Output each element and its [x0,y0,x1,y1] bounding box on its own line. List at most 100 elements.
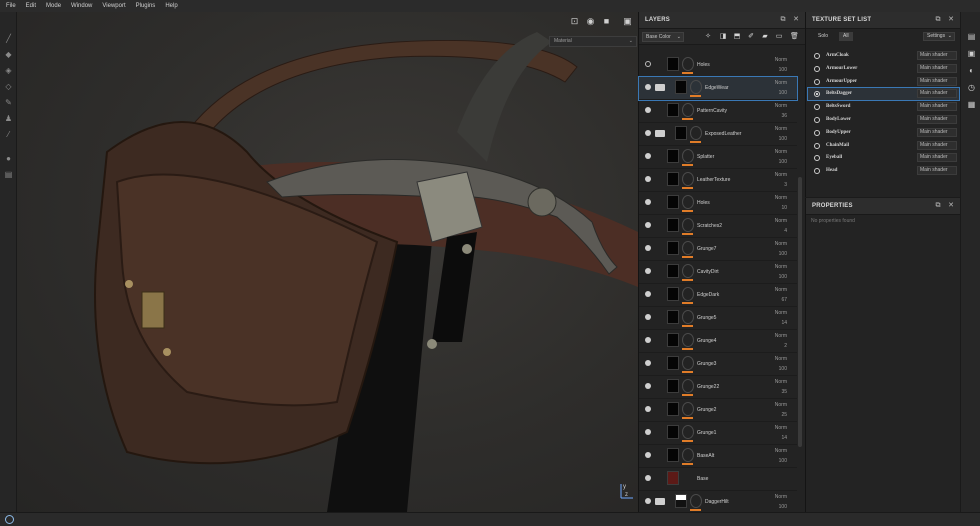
layer-row[interactable]: Grunge4 Norm 2 [639,330,797,353]
layer-row[interactable]: Grunge22 Norm 35 [639,376,797,399]
geometry-mask-icon[interactable]: ◇ [4,82,13,91]
add-folder-icon[interactable]: ▰ [761,33,769,41]
shader-select[interactable]: Main shader [917,51,957,60]
layer-row[interactable]: Grunge1 Norm 14 [639,422,797,445]
texture-set-row[interactable]: Eyeball Main shader [808,152,959,164]
visibility-icon[interactable] [645,337,651,343]
mask-thumbnail[interactable] [682,149,694,163]
camera-icon[interactable]: ■ [601,16,612,26]
radio-icon[interactable] [814,142,820,149]
blend-mode-select[interactable]: Norm [775,149,787,155]
layer-row[interactable]: EdgeDark Norm 67 [639,284,797,307]
layer-thumbnail[interactable] [667,218,679,232]
layer-thumbnail[interactable] [667,402,679,416]
layers-scrollbar[interactable] [798,177,802,447]
layer-name[interactable]: Splatter [697,154,714,160]
close-icon[interactable]: ✕ [947,16,955,24]
layer-row[interactable]: Holes Norm 100 [639,54,797,77]
layer-name[interactable]: Grunge22 [697,384,719,390]
layer-thumbnail[interactable] [667,103,679,117]
opacity-value[interactable]: 10 [781,205,787,211]
history-icon[interactable]: ◷ [967,83,976,92]
mask-thumbnail[interactable] [682,379,694,393]
visibility-icon[interactable] [645,245,651,251]
display-settings-icon[interactable]: ▣ [967,49,976,58]
texture-set-row[interactable]: BodyLower Main shader [808,114,959,126]
layer-row[interactable]: EdgeWear Norm 100 [638,76,798,101]
visibility-icon[interactable] [645,153,651,159]
visibility-icon[interactable] [645,222,651,228]
layer-thumbnail[interactable] [667,333,679,347]
layer-name[interactable]: EdgeDark [697,292,719,298]
visibility-icon[interactable] [645,176,651,182]
mask-thumbnail[interactable] [682,103,694,117]
opacity-value[interactable]: 100 [779,366,787,372]
menu-file[interactable]: File [6,3,16,9]
layer-row[interactable]: CavityDirt Norm 100 [639,261,797,284]
blend-mode-select[interactable]: Norm [775,448,787,454]
shader-select[interactable]: Main shader [917,89,957,99]
layer-row[interactable]: Base [639,468,797,491]
blend-mode-select[interactable]: Norm [775,241,787,247]
visibility-icon[interactable] [645,199,651,205]
mask-thumbnail[interactable] [682,402,694,416]
layer-name[interactable]: Holes [697,62,710,68]
projection-icon[interactable]: ◈ [4,66,13,75]
visibility-icon[interactable] [645,498,651,504]
mask-thumbnail[interactable] [682,264,694,278]
visibility-icon[interactable] [645,107,651,113]
color-picker-icon[interactable]: ⁄ [4,130,13,139]
delete-icon[interactable]: 🗑 [790,33,799,41]
layer-name[interactable]: Grunge7 [697,246,716,252]
shader-select[interactable]: Main shader [917,76,957,86]
layer-thumbnail[interactable] [667,471,679,485]
undock-icon[interactable]: ⧉ [934,202,942,210]
tab-all[interactable]: All [839,32,853,41]
layer-name[interactable]: Grunge5 [697,315,716,321]
shader-select[interactable]: Main shader [917,102,957,112]
texture-set-row[interactable]: ChainMail Main shader [808,140,959,152]
undock-icon[interactable]: ⧉ [779,16,787,24]
blend-mode-select[interactable]: Norm [775,494,787,500]
tab-solo[interactable]: Solo [814,32,832,41]
visibility-icon[interactable] [645,360,651,366]
layer-row[interactable]: DaggerHilt Norm 100 [639,491,797,514]
visibility-icon[interactable] [645,61,651,67]
viewport-channel-select[interactable]: Material ⌄ [549,36,637,47]
render-icon[interactable]: ◉ [585,16,596,26]
layer-name[interactable]: DaggerHilt [705,499,729,505]
bake-icon[interactable]: ● [4,154,13,163]
mask-thumbnail[interactable] [690,126,702,140]
layer-row[interactable]: ExposedLeather Norm 100 [639,123,797,146]
menu-plugins[interactable]: Plugins [136,3,156,9]
layer-name[interactable]: PatternCavity [697,108,727,114]
eraser-icon[interactable]: ◆ [4,50,13,59]
layer-name[interactable]: Base [697,476,708,482]
opacity-value[interactable]: 67 [781,297,787,303]
radio-icon[interactable] [814,155,820,162]
blend-mode-select[interactable]: Norm [775,103,787,109]
blend-mode-select[interactable]: Norm [775,310,787,316]
layer-thumbnail[interactable] [667,356,679,370]
layer-row[interactable]: Grunge3 Norm 100 [639,353,797,376]
blend-mode-select[interactable]: Norm [775,172,787,178]
opacity-value[interactable]: 100 [779,504,787,510]
radio-icon[interactable] [814,168,820,175]
opacity-value[interactable]: 100 [779,90,787,96]
layer-row[interactable]: PatternCavity Norm 36 [639,100,797,123]
visibility-icon[interactable] [645,314,651,320]
visibility-icon[interactable] [645,475,651,481]
layer-row[interactable]: BaseAlt Norm 100 [639,445,797,468]
layer-row[interactable]: Splatter Norm 100 [639,146,797,169]
blend-mode-select[interactable]: Norm [775,402,787,408]
shader-select[interactable]: Main shader [917,153,957,163]
mask-thumbnail[interactable] [682,356,694,370]
smudge-icon[interactable]: ✎ [4,98,13,107]
opacity-value[interactable]: 100 [779,458,787,464]
texture-set-row[interactable]: BeltsDagger Main shader [807,87,960,102]
opacity-value[interactable]: 100 [779,274,787,280]
paint-brush-icon[interactable]: ╱ [4,34,13,43]
layer-row[interactable]: Grunge5 Norm 14 [639,307,797,330]
opacity-value[interactable]: 100 [779,159,787,165]
texture-set-icon[interactable]: ▤ [967,32,976,41]
